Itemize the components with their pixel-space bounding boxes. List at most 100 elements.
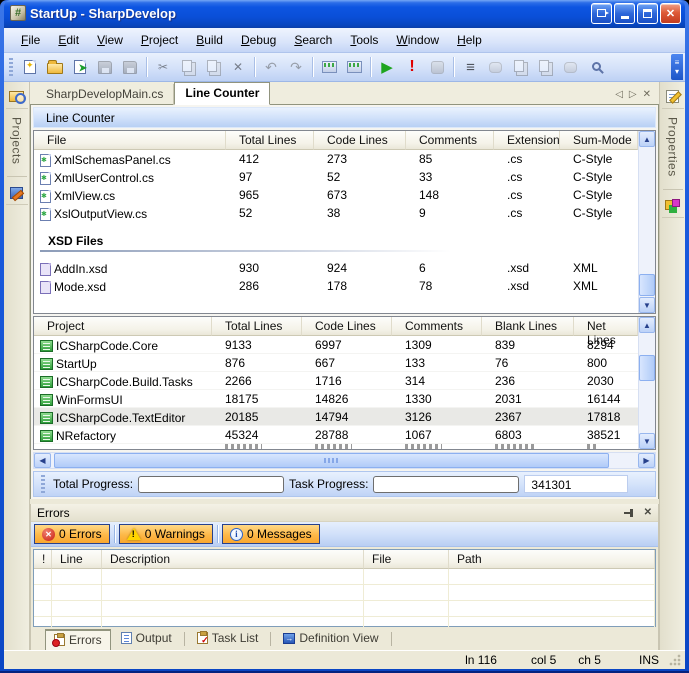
toolbar-overflow-button[interactable]: ≡▾ bbox=[671, 54, 683, 80]
file-row[interactable]: XmlSchemasPanel.cs 412 273 85 .cs C-Styl… bbox=[34, 150, 638, 168]
run-button[interactable]: ▶ bbox=[376, 56, 398, 78]
minimize-button[interactable] bbox=[614, 3, 635, 24]
col-total-lines[interactable]: Total Lines bbox=[212, 317, 302, 336]
projects-table-scrollbar[interactable]: ▲ ▼ bbox=[638, 317, 655, 449]
rebuild-button[interactable] bbox=[343, 56, 365, 78]
menu-tools[interactable]: Tools bbox=[341, 30, 387, 50]
tab-definition-view[interactable]: →Definition View bbox=[275, 629, 386, 648]
project-row[interactable]: ICSharpCode.Core 9133 6997 1309 839 8294 bbox=[34, 336, 638, 354]
new-file-button[interactable]: ✦ bbox=[19, 56, 41, 78]
project-row[interactable]: StartUp 876 667 133 76 800 bbox=[34, 354, 638, 372]
col-file[interactable]: File bbox=[34, 131, 226, 150]
col-extension[interactable]: Extension bbox=[494, 131, 560, 150]
tab-scroll-right-icon[interactable]: ▷ bbox=[629, 89, 637, 100]
resize-grip-icon[interactable] bbox=[669, 654, 681, 666]
menu-view[interactable]: View bbox=[88, 30, 132, 50]
menu-help[interactable]: Help bbox=[448, 30, 491, 50]
clear-bookmarks-button[interactable] bbox=[559, 56, 581, 78]
next-bookmark-button[interactable] bbox=[534, 56, 556, 78]
col-code-lines[interactable]: Code Lines bbox=[314, 131, 406, 150]
redo-button[interactable]: ↷ bbox=[285, 56, 307, 78]
classes-tab-button[interactable] bbox=[6, 181, 28, 205]
col-project[interactable]: Project bbox=[34, 317, 212, 336]
save-button[interactable] bbox=[94, 56, 116, 78]
project-row[interactable]: WinFormsUI 18175 14826 1330 2031 16144 bbox=[34, 390, 638, 408]
dock-window-button[interactable] bbox=[591, 3, 612, 24]
project-row[interactable]: ICSharpCode.Build.Tasks 2266 1716 314 23… bbox=[34, 372, 638, 390]
list-button[interactable]: ≡ bbox=[459, 56, 481, 78]
col-severity[interactable]: ! bbox=[34, 550, 52, 569]
paste-button[interactable] bbox=[202, 56, 224, 78]
open-project-button[interactable]: ➤ bbox=[69, 56, 91, 78]
project-row-clipped[interactable] bbox=[34, 444, 638, 449]
properties-tab-button[interactable] bbox=[662, 85, 684, 109]
toolbox-tab-button[interactable] bbox=[662, 194, 684, 218]
col-blank-lines[interactable]: Blank Lines bbox=[482, 317, 574, 336]
save-all-button[interactable] bbox=[119, 56, 141, 78]
scrollbar-thumb[interactable] bbox=[639, 274, 655, 296]
menu-debug[interactable]: Debug bbox=[232, 30, 285, 50]
col-line[interactable]: Line bbox=[52, 550, 102, 569]
tab-task-list[interactable]: Task List bbox=[189, 629, 267, 648]
col-net-lines[interactable]: Net Lines bbox=[574, 317, 638, 336]
horizontal-scrollbar[interactable]: ◀ ▶ bbox=[33, 452, 656, 469]
project-row-highlighted[interactable]: ICSharpCode.TextEditor 20185 14794 3126 … bbox=[34, 408, 638, 426]
scroll-up-icon[interactable]: ▲ bbox=[639, 317, 655, 333]
tab-scroll-left-icon[interactable]: ◁ bbox=[615, 89, 623, 100]
properties-tab-label[interactable]: Properties bbox=[666, 109, 680, 185]
undo-button[interactable]: ↶ bbox=[260, 56, 282, 78]
file-row[interactable]: XmlView.cs 965 673 148 .cs C-Style bbox=[34, 186, 638, 204]
cut-button[interactable]: ✂ bbox=[152, 56, 174, 78]
abort-button[interactable]: ! bbox=[401, 56, 423, 78]
comment-region-button[interactable] bbox=[484, 56, 506, 78]
titlebar[interactable]: # StartUp - SharpDevelop ✕ bbox=[4, 0, 685, 28]
scroll-up-icon[interactable]: ▲ bbox=[639, 131, 655, 147]
col-sum-mode[interactable]: Sum-Mode bbox=[560, 131, 638, 150]
prev-bookmark-button[interactable] bbox=[509, 56, 531, 78]
col-path[interactable]: Path bbox=[449, 550, 655, 569]
col-total-lines[interactable]: Total Lines bbox=[226, 131, 314, 150]
menu-project[interactable]: Project bbox=[132, 30, 187, 50]
close-button[interactable]: ✕ bbox=[660, 3, 681, 24]
toolbar-grip[interactable] bbox=[9, 58, 13, 76]
build-button[interactable] bbox=[318, 56, 340, 78]
file-row[interactable]: AddIn.xsd 930 924 6 .xsd XML bbox=[34, 259, 638, 277]
menu-file[interactable]: File bbox=[12, 30, 49, 50]
scroll-left-icon[interactable]: ◀ bbox=[34, 453, 51, 468]
tab-sharpdevelopmain[interactable]: SharpDevelopMain.cs bbox=[36, 84, 174, 105]
projects-tab-label[interactable]: Projects bbox=[10, 109, 24, 172]
col-comments[interactable]: Comments bbox=[392, 317, 482, 336]
scrollbar-thumb[interactable] bbox=[54, 453, 609, 468]
copy-button[interactable] bbox=[177, 56, 199, 78]
tab-output[interactable]: Output bbox=[113, 629, 180, 648]
messages-filter-button[interactable]: i0 Messages bbox=[222, 524, 320, 544]
tab-errors[interactable]: Errors bbox=[45, 629, 111, 651]
files-table-scrollbar[interactable]: ▲ ▼ bbox=[638, 131, 655, 313]
maximize-button[interactable] bbox=[637, 3, 658, 24]
col-description[interactable]: Description bbox=[102, 550, 364, 569]
search-button[interactable] bbox=[584, 56, 606, 78]
delete-button[interactable]: ✕ bbox=[227, 56, 249, 78]
tab-line-counter[interactable]: Line Counter bbox=[174, 82, 270, 105]
col-code-lines[interactable]: Code Lines bbox=[302, 317, 392, 336]
scroll-right-icon[interactable]: ▶ bbox=[638, 453, 655, 468]
col-comments[interactable]: Comments bbox=[406, 131, 494, 150]
file-row[interactable]: XslOutputView.cs 52 38 9 .cs C-Style bbox=[34, 204, 638, 222]
open-file-button[interactable] bbox=[44, 56, 66, 78]
stop-button[interactable] bbox=[426, 56, 448, 78]
scroll-down-icon[interactable]: ▼ bbox=[639, 297, 655, 313]
menu-search[interactable]: Search bbox=[285, 30, 341, 50]
project-row[interactable]: NRefactory 45324 28788 1067 6803 38521 bbox=[34, 426, 638, 444]
errors-filter-button[interactable]: ✕0 Errors bbox=[34, 524, 110, 544]
file-row[interactable]: XmlUserControl.cs 97 52 33 .cs C-Style bbox=[34, 168, 638, 186]
col-file[interactable]: File bbox=[364, 550, 449, 569]
projects-tab-button[interactable] bbox=[6, 85, 28, 109]
menu-window[interactable]: Window bbox=[387, 30, 448, 50]
menu-build[interactable]: Build bbox=[187, 30, 232, 50]
file-row[interactable]: Mode.xsd 286 178 78 .xsd XML bbox=[34, 277, 638, 295]
toolbar-grip[interactable] bbox=[41, 475, 45, 493]
close-pane-icon[interactable]: ✕ bbox=[644, 507, 652, 518]
tab-close-icon[interactable]: ✕ bbox=[643, 89, 651, 100]
menu-edit[interactable]: Edit bbox=[49, 30, 88, 50]
scrollbar-thumb[interactable] bbox=[639, 355, 655, 381]
